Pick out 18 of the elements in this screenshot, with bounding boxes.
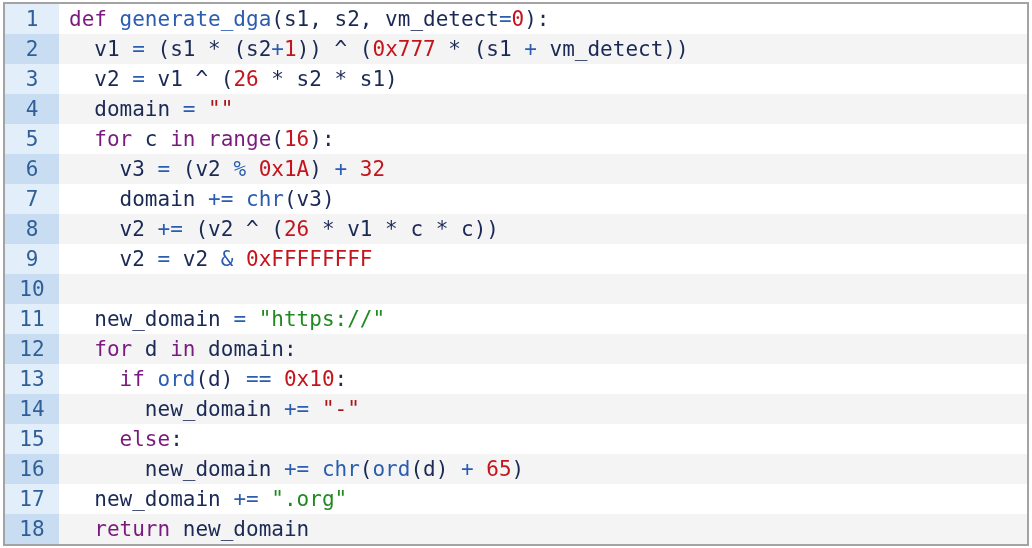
line-number: 2 bbox=[5, 34, 59, 64]
line-number: 17 bbox=[5, 484, 59, 514]
line-number: 15 bbox=[5, 424, 59, 454]
line-number: 3 bbox=[5, 64, 59, 94]
line-number: 9 bbox=[5, 244, 59, 274]
line-number: 6 bbox=[5, 154, 59, 184]
line-number: 8 bbox=[5, 214, 59, 244]
line-number: 4 bbox=[5, 94, 59, 124]
line-number: 1 bbox=[5, 4, 59, 34]
line-number: 18 bbox=[5, 514, 59, 544]
line-number: 7 bbox=[5, 184, 59, 214]
line-number: 11 bbox=[5, 304, 59, 334]
line-number: 14 bbox=[5, 394, 59, 424]
line-number: 13 bbox=[5, 364, 59, 394]
line-number: 16 bbox=[5, 454, 59, 484]
line-number: 5 bbox=[5, 124, 59, 154]
line-number: 12 bbox=[5, 334, 59, 364]
line-number: 10 bbox=[5, 274, 59, 304]
